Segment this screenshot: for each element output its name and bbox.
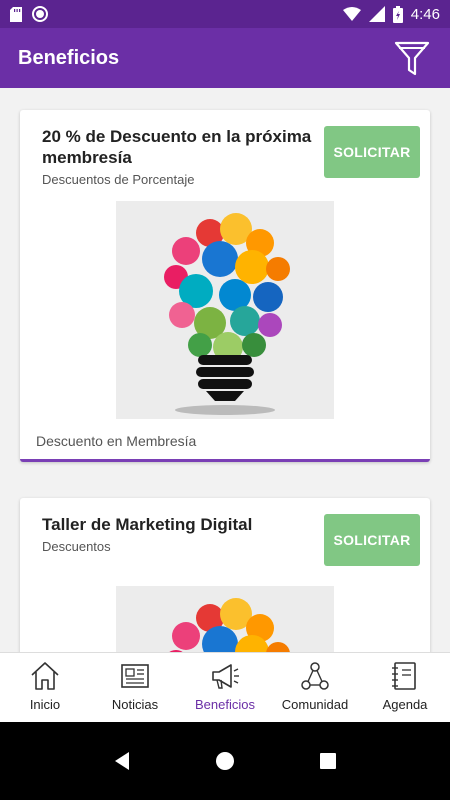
- benefits-list: 20 % de Descuento en la próxima membresí…: [0, 88, 450, 652]
- newspaper-icon: [121, 664, 149, 688]
- solicitar-button[interactable]: SOLICITAR: [324, 514, 420, 566]
- recents-icon: [320, 753, 337, 769]
- back-icon: [114, 752, 129, 770]
- network-icon: [301, 662, 329, 690]
- nav-item-agenda[interactable]: Agenda: [360, 653, 450, 722]
- recents-button[interactable]: [316, 749, 340, 773]
- battery-icon: [392, 5, 403, 23]
- lightbulb-image: [116, 586, 334, 652]
- benefit-category: Descuentos de Porcentaje: [42, 172, 195, 187]
- home-circle-icon: [215, 752, 234, 770]
- nav-label: Agenda: [382, 697, 428, 712]
- notification-dot-icon: [32, 6, 48, 22]
- benefit-card[interactable]: 20 % de Descuento en la próxima membresí…: [20, 110, 430, 462]
- app-bar: Beneficios: [0, 28, 450, 88]
- benefit-title: Taller de Marketing Digital: [42, 515, 253, 534]
- nav-label: Comunidad: [281, 697, 349, 712]
- nav-item-noticias[interactable]: Noticias: [90, 653, 180, 722]
- bottom-navigation: Inicio Noticias Beneficios Comunidad Age…: [0, 652, 450, 722]
- sd-card-icon: [10, 6, 22, 22]
- filter-button[interactable]: [392, 38, 432, 78]
- nav-label: Noticias: [111, 697, 159, 712]
- wifi-icon: [342, 7, 361, 21]
- nav-item-inicio[interactable]: Inicio: [0, 653, 90, 722]
- back-button[interactable]: [110, 749, 134, 773]
- benefit-category: Descuentos: [42, 539, 111, 554]
- home-button[interactable]: [213, 749, 237, 773]
- page-title: Beneficios: [18, 46, 120, 69]
- benefit-card[interactable]: Taller de Marketing Digital Descuentos S…: [20, 498, 430, 652]
- nav-label: Beneficios: [195, 697, 255, 712]
- lightbulb-image: [116, 201, 334, 419]
- signal-icon: [368, 6, 385, 22]
- status-bar: 4:46: [0, 0, 450, 28]
- notebook-icon: [392, 662, 416, 690]
- benefit-title: 20 % de Descuento en la próxima membresí…: [42, 127, 312, 167]
- solicitar-button[interactable]: SOLICITAR: [324, 126, 420, 178]
- megaphone-icon: [212, 664, 239, 689]
- benefit-type: Descuento en Membresía: [36, 433, 197, 449]
- system-navigation-bar: [0, 722, 450, 800]
- filter-icon: [394, 41, 430, 76]
- nav-item-comunidad[interactable]: Comunidad: [270, 653, 360, 722]
- nav-label: Inicio: [29, 697, 61, 712]
- home-icon: [31, 662, 59, 690]
- status-time: 4:46: [410, 5, 440, 23]
- nav-item-beneficios[interactable]: Beneficios: [180, 653, 270, 722]
